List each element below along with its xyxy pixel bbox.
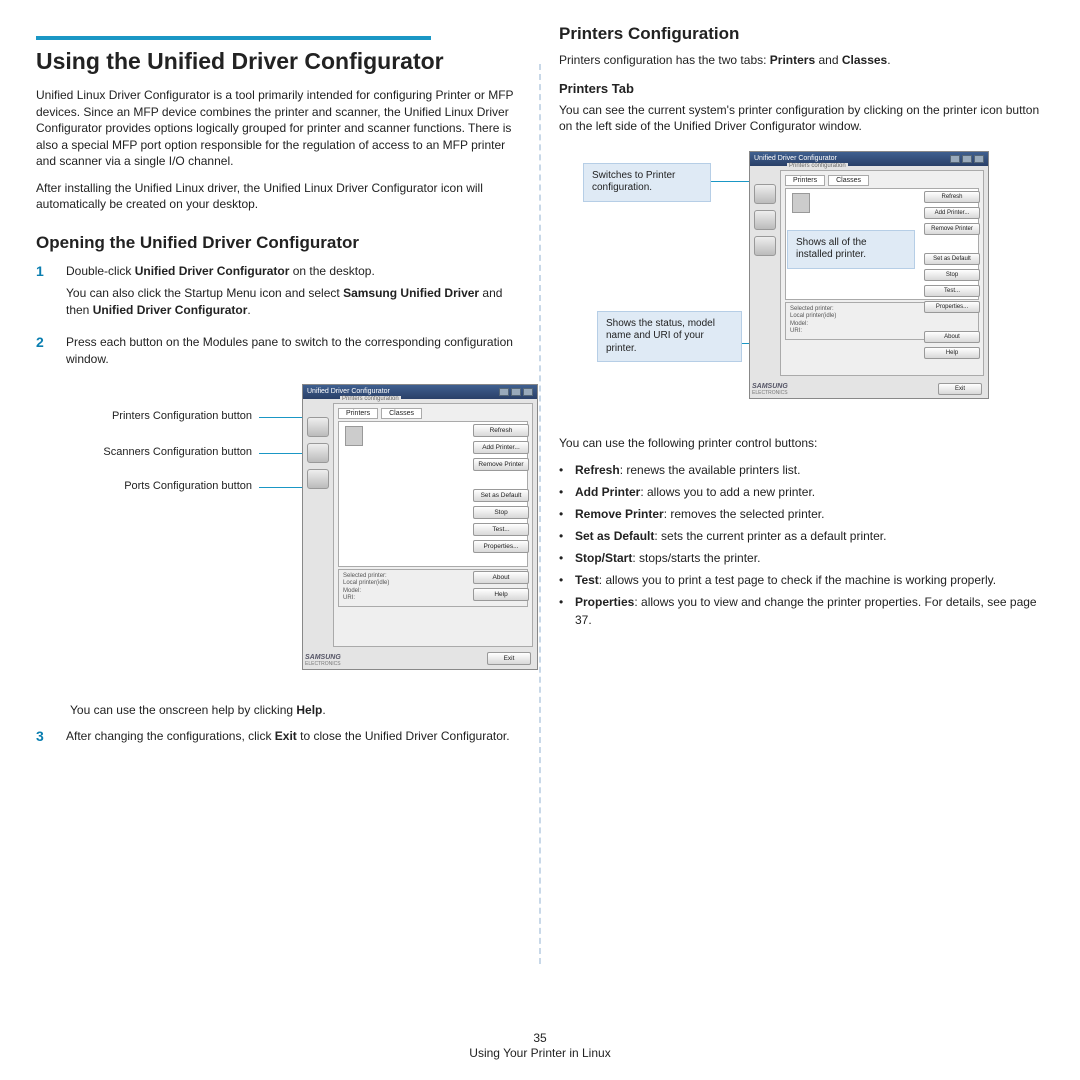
stop-button[interactable]: Stop	[924, 269, 980, 281]
step-3: 3 After changing the configurations, cli…	[36, 728, 521, 751]
title-rule	[36, 36, 431, 40]
set-default-button[interactable]: Set as Default	[924, 253, 980, 265]
maximize-icon[interactable]	[962, 155, 972, 163]
window-titlebar[interactable]: Unified Driver Configurator	[750, 152, 988, 166]
subsection-title: Opening the Unified Driver Configurator	[36, 233, 521, 253]
minimize-icon[interactable]	[499, 388, 509, 396]
remove-printer-button[interactable]: Remove Printer	[924, 223, 980, 235]
step-body: Double-click Unified Driver Configurator…	[66, 263, 521, 325]
list-item: Properties: allows you to view and chang…	[559, 593, 1044, 629]
samsung-logo: SAMSUNGELECTRONICS	[752, 383, 788, 396]
tab-printers[interactable]: Printers	[785, 175, 825, 186]
refresh-button[interactable]: Refresh	[924, 191, 980, 203]
list-item: Add Printer: allows you to add a new pri…	[559, 483, 1044, 501]
scanner-icon[interactable]	[754, 210, 776, 230]
step-number: 3	[36, 728, 50, 751]
printers-config-title: Printers Configuration	[559, 24, 1044, 44]
properties-button[interactable]: Properties...	[924, 301, 980, 313]
step-2: 2 Press each button on the Modules pane …	[36, 334, 521, 373]
port-icon[interactable]	[754, 236, 776, 256]
stop-button[interactable]: Stop	[473, 506, 529, 519]
page-number: 35	[0, 1031, 1080, 1047]
list-item: Set as Default: sets the current printer…	[559, 527, 1044, 545]
about-button[interactable]: About	[473, 571, 529, 584]
properties-button[interactable]: Properties...	[473, 540, 529, 553]
window-title: Unified Driver Configurator	[754, 155, 837, 162]
label-scanners-button: Scanners Configuration button	[103, 446, 252, 458]
step-1: 1 Double-click Unified Driver Configurat…	[36, 263, 521, 325]
printers-tab-description: You can see the current system's printer…	[559, 102, 1044, 135]
list-item: Refresh: renews the available printers l…	[559, 461, 1044, 479]
control-buttons-list: Refresh: renews the available printers l…	[559, 461, 1044, 629]
intro-paragraph-2: After installing the Unified Linux drive…	[36, 180, 521, 213]
printers-configuration-panel: Printers configuration Printers Classes …	[333, 403, 533, 647]
configurator-screenshot-1: Printers Configuration button Scanners C…	[36, 384, 516, 694]
test-button[interactable]: Test...	[473, 523, 529, 536]
page-footer-text: Using Your Printer in Linux	[0, 1046, 1080, 1062]
callout-installed-printers: Shows all of the installed printer.	[787, 230, 915, 269]
add-printer-button[interactable]: Add Printer...	[473, 441, 529, 454]
close-icon[interactable]	[974, 155, 984, 163]
intro-paragraph-1: Unified Linux Driver Configurator is a t…	[36, 87, 521, 170]
list-item: Test: allows you to print a test page to…	[559, 571, 1044, 589]
list-item: Stop/Start: stops/starts the printer.	[559, 549, 1044, 567]
exit-button[interactable]: Exit	[938, 383, 982, 395]
configurator-screenshot-2: Switches to Printer configuration. Shows…	[569, 145, 999, 425]
set-default-button[interactable]: Set as Default	[473, 489, 529, 502]
section-title: Using the Unified Driver Configurator	[36, 48, 521, 75]
page-footer: 35 Using Your Printer in Linux	[0, 1031, 1080, 1062]
control-buttons-intro: You can use the following printer contro…	[559, 435, 1044, 452]
right-column: Printers Configuration Printers configur…	[559, 24, 1044, 1004]
test-button[interactable]: Test...	[924, 285, 980, 297]
printer-item-icon[interactable]	[345, 426, 363, 446]
about-button[interactable]: About	[924, 331, 980, 343]
modules-pane	[307, 403, 329, 647]
exit-button[interactable]: Exit	[487, 652, 531, 665]
tab-classes[interactable]: Classes	[828, 175, 869, 186]
label-printers-button: Printers Configuration button	[112, 410, 252, 422]
tab-classes[interactable]: Classes	[381, 408, 422, 419]
add-printer-button[interactable]: Add Printer...	[924, 207, 980, 219]
control-buttons-column: Refresh Add Printer... Remove Printer Se…	[473, 424, 529, 601]
callout-leader	[711, 181, 751, 182]
window-title: Unified Driver Configurator	[307, 388, 390, 395]
port-icon[interactable]	[307, 469, 329, 489]
samsung-logo: SAMSUNGELECTRONICS	[305, 654, 341, 667]
step-number: 2	[36, 334, 50, 373]
list-item: Remove Printer: removes the selected pri…	[559, 505, 1044, 523]
window-titlebar[interactable]: Unified Driver Configurator	[303, 385, 537, 399]
help-button[interactable]: Help	[473, 588, 529, 601]
printers-tab-title: Printers Tab	[559, 81, 1044, 96]
remove-printer-button[interactable]: Remove Printer	[473, 458, 529, 471]
refresh-button[interactable]: Refresh	[473, 424, 529, 437]
step-body: Press each button on the Modules pane to…	[66, 334, 521, 373]
label-ports-button: Ports Configuration button	[124, 480, 252, 492]
callout-switch-printer: Switches to Printer configuration.	[583, 163, 711, 202]
printer-icon[interactable]	[307, 417, 329, 437]
scanner-icon[interactable]	[307, 443, 329, 463]
left-column: Using the Unified Driver Configurator Un…	[36, 24, 521, 1004]
close-icon[interactable]	[523, 388, 533, 396]
maximize-icon[interactable]	[511, 388, 521, 396]
tab-printers[interactable]: Printers	[338, 408, 378, 419]
column-divider	[539, 64, 541, 964]
callout-status-uri: Shows the status, model name and URI of …	[597, 311, 742, 363]
printer-icon[interactable]	[754, 184, 776, 204]
printer-item-icon[interactable]	[792, 193, 810, 213]
panel-title: Printers configuration	[340, 396, 401, 402]
unified-driver-configurator-window: Unified Driver Configurator Printers con…	[749, 151, 989, 399]
opening-steps-list: 1 Double-click Unified Driver Configurat…	[36, 263, 521, 374]
step-number: 1	[36, 263, 50, 325]
unified-driver-configurator-window: Unified Driver Configurator Printers con…	[302, 384, 538, 670]
help-button[interactable]: Help	[924, 347, 980, 359]
minimize-icon[interactable]	[950, 155, 960, 163]
